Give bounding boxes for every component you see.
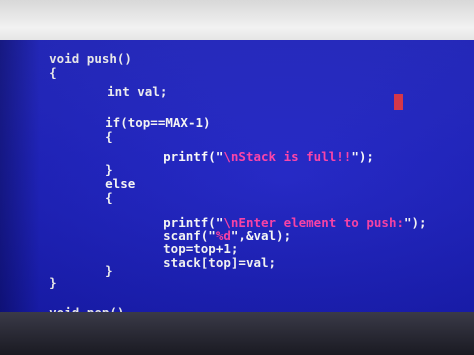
code-line-9: { xyxy=(60,177,113,205)
code-token: { xyxy=(105,190,113,205)
code-line-7: } xyxy=(60,149,113,177)
code-line-5: { xyxy=(60,116,113,144)
code-line-12: top=top+1; xyxy=(118,228,238,256)
code-line-11: scanf("%d",&val); xyxy=(118,215,291,243)
code-token: if(top==MAX-1) xyxy=(105,115,211,130)
code-line-13: stack[top]=val; xyxy=(118,242,276,270)
code-line-4: if(top==MAX-1) xyxy=(60,102,210,130)
code-token: "); xyxy=(404,215,427,230)
code-token: "); xyxy=(351,149,374,164)
code-editor[interactable]: void push() { int val; if(top==MAX-1) { … xyxy=(0,38,474,320)
code-token: val; xyxy=(137,84,168,99)
screen-bezel-bottom xyxy=(0,312,474,355)
code-token: } xyxy=(105,263,113,278)
string-literal: \nStack is full!! xyxy=(223,149,352,164)
code-token: printf(" xyxy=(163,149,224,164)
code-token: stack[top]=val; xyxy=(163,255,277,270)
code-line-3: int val; xyxy=(62,71,167,99)
code-token: ",&val); xyxy=(230,228,292,243)
screen-bezel-top xyxy=(0,0,474,40)
monitor-photo: void push() { int val; if(top==MAX-1) { … xyxy=(0,0,474,355)
code-line-6: printf("\nStack is full!!"); xyxy=(118,136,374,164)
code-line-10: printf("\nEnter element to push:"); xyxy=(118,202,426,230)
code-line-8: else xyxy=(60,163,135,191)
text-cursor xyxy=(394,94,403,110)
code-line-14: } xyxy=(60,250,113,278)
code-token: int xyxy=(107,84,138,99)
code-token: { xyxy=(49,65,57,80)
code-token: { xyxy=(105,129,113,144)
screen-vignette xyxy=(0,40,40,312)
code-token: } xyxy=(49,275,57,290)
code-token: push() xyxy=(86,51,132,66)
